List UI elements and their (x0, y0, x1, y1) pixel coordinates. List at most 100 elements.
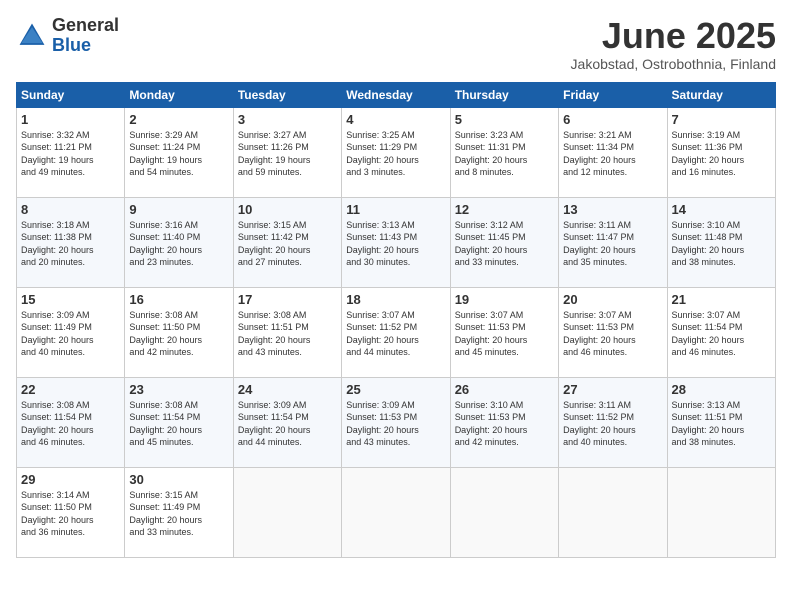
day-number: 24 (238, 382, 337, 397)
day-info: Sunrise: 3:15 AM Sunset: 11:42 PM Daylig… (238, 219, 337, 269)
day-number: 12 (455, 202, 554, 217)
day-info: Sunrise: 3:12 AM Sunset: 11:45 PM Daylig… (455, 219, 554, 269)
day-number: 2 (129, 112, 228, 127)
calendar-cell: 26Sunrise: 3:10 AM Sunset: 11:53 PM Dayl… (450, 377, 558, 467)
calendar-cell: 1 Sunrise: 3:32 AM Sunset: 11:21 PM Dayli… (17, 107, 125, 197)
day-info: Sunrise: 3:07 AM Sunset: 11:53 PM Daylig… (563, 309, 662, 359)
calendar-cell (559, 467, 667, 557)
day-info: Sunrise: 3:29 AM Sunset: 11:24 PM Daylig… (129, 129, 228, 179)
day-info: Sunrise: 3:13 AM Sunset: 11:43 PM Daylig… (346, 219, 445, 269)
day-info: Sunrise: 3:08 AM Sunset: 11:54 PM Daylig… (21, 399, 120, 449)
logo-general-text: General (52, 15, 119, 35)
day-number: 19 (455, 292, 554, 307)
day-info: Sunrise: 3:14 AM Sunset: 11:50 PM Daylig… (21, 489, 120, 539)
calendar-cell: 10 Sunrise: 3:15 AM Sunset: 11:42 PM Dayl… (233, 197, 341, 287)
day-info: Sunrise: 3:11 AM Sunset: 11:47 PM Daylig… (563, 219, 662, 269)
calendar-cell: 20 Sunrise: 3:07 AM Sunset: 11:53 PM Dayl… (559, 287, 667, 377)
day-info: Sunrise: 3:32 AM Sunset: 11:21 PM Daylig… (21, 129, 120, 179)
day-number: 28 (672, 382, 771, 397)
calendar-cell: 21Sunrise: 3:07 AM Sunset: 11:54 PM Dayl… (667, 287, 775, 377)
day-info: Sunrise: 3:23 AM Sunset: 11:31 PM Daylig… (455, 129, 554, 179)
day-number: 7 (672, 112, 771, 127)
title-block: June 2025 Jakobstad, Ostrobothnia, Finla… (571, 16, 776, 72)
day-number: 22 (21, 382, 120, 397)
calendar-cell: 18Sunrise: 3:07 AM Sunset: 11:52 PM Dayl… (342, 287, 450, 377)
calendar-cell: 24 Sunrise: 3:09 AM Sunset: 11:54 PM Dayl… (233, 377, 341, 467)
day-number: 29 (21, 472, 120, 487)
calendar-header-row: SundayMondayTuesdayWednesdayThursdayFrid… (17, 82, 776, 107)
day-number: 6 (563, 112, 662, 127)
day-number: 23 (129, 382, 228, 397)
day-info: Sunrise: 3:13 AM Sunset: 11:51 PM Daylig… (672, 399, 771, 449)
calendar-cell: 8 Sunrise: 3:18 AM Sunset: 11:38 PM Dayli… (17, 197, 125, 287)
calendar-cell: 5 Sunrise: 3:23 AM Sunset: 11:31 PM Dayli… (450, 107, 558, 197)
calendar-week-row: 22 Sunrise: 3:08 AM Sunset: 11:54 PM Dayl… (17, 377, 776, 467)
day-number: 9 (129, 202, 228, 217)
calendar-week-row: 29 Sunrise: 3:14 AM Sunset: 11:50 PM Dayl… (17, 467, 776, 557)
calendar-cell: 12 Sunrise: 3:12 AM Sunset: 11:45 PM Dayl… (450, 197, 558, 287)
day-number: 3 (238, 112, 337, 127)
calendar-cell (667, 467, 775, 557)
day-number: 20 (563, 292, 662, 307)
calendar-cell: 17 Sunrise: 3:08 AM Sunset: 11:51 PM Dayl… (233, 287, 341, 377)
month-title: June 2025 (571, 16, 776, 56)
calendar-cell: 6 Sunrise: 3:21 AM Sunset: 11:34 PM Dayli… (559, 107, 667, 197)
day-info: Sunrise: 3:07 AM Sunset: 11:52 PM Daylig… (346, 309, 445, 359)
day-number: 11 (346, 202, 445, 217)
calendar-cell: 9 Sunrise: 3:16 AM Sunset: 11:40 PM Dayli… (125, 197, 233, 287)
location-title: Jakobstad, Ostrobothnia, Finland (571, 56, 776, 72)
day-number: 26 (455, 382, 554, 397)
calendar-cell: 11 Sunrise: 3:13 AM Sunset: 11:43 PM Dayl… (342, 197, 450, 287)
day-number: 4 (346, 112, 445, 127)
calendar-week-row: 8 Sunrise: 3:18 AM Sunset: 11:38 PM Dayli… (17, 197, 776, 287)
calendar-week-row: 1 Sunrise: 3:32 AM Sunset: 11:21 PM Dayli… (17, 107, 776, 197)
day-info: Sunrise: 3:25 AM Sunset: 11:29 PM Daylig… (346, 129, 445, 179)
day-info: Sunrise: 3:27 AM Sunset: 11:26 PM Daylig… (238, 129, 337, 179)
day-info: Sunrise: 3:09 AM Sunset: 11:54 PM Daylig… (238, 399, 337, 449)
day-number: 25 (346, 382, 445, 397)
day-info: Sunrise: 3:07 AM Sunset: 11:54 PM Daylig… (672, 309, 771, 359)
calendar-cell: 27 Sunrise: 3:11 AM Sunset: 11:52 PM Dayl… (559, 377, 667, 467)
calendar-header-cell: Tuesday (233, 82, 341, 107)
calendar-cell: 29 Sunrise: 3:14 AM Sunset: 11:50 PM Dayl… (17, 467, 125, 557)
day-number: 14 (672, 202, 771, 217)
calendar-table: SundayMondayTuesdayWednesdayThursdayFrid… (16, 82, 776, 558)
day-info: Sunrise: 3:16 AM Sunset: 11:40 PM Daylig… (129, 219, 228, 269)
day-number: 10 (238, 202, 337, 217)
calendar-cell: 22 Sunrise: 3:08 AM Sunset: 11:54 PM Dayl… (17, 377, 125, 467)
calendar-cell: 3 Sunrise: 3:27 AM Sunset: 11:26 PM Dayli… (233, 107, 341, 197)
calendar-cell: 28 Sunrise: 3:13 AM Sunset: 11:51 PM Dayl… (667, 377, 775, 467)
calendar-cell: 14Sunrise: 3:10 AM Sunset: 11:48 PM Dayl… (667, 197, 775, 287)
day-info: Sunrise: 3:15 AM Sunset: 11:49 PM Daylig… (129, 489, 228, 539)
calendar-cell: 30 Sunrise: 3:15 AM Sunset: 11:49 PM Dayl… (125, 467, 233, 557)
calendar-header-cell: Sunday (17, 82, 125, 107)
calendar-cell: 25Sunrise: 3:09 AM Sunset: 11:53 PM Dayl… (342, 377, 450, 467)
header: General Blue June 2025 Jakobstad, Ostrob… (16, 16, 776, 72)
logo-icon (16, 20, 48, 52)
day-number: 15 (21, 292, 120, 307)
calendar-cell: 19Sunrise: 3:07 AM Sunset: 11:53 PM Dayl… (450, 287, 558, 377)
calendar-cell (450, 467, 558, 557)
day-info: Sunrise: 3:18 AM Sunset: 11:38 PM Daylig… (21, 219, 120, 269)
calendar-header-cell: Friday (559, 82, 667, 107)
day-info: Sunrise: 3:21 AM Sunset: 11:34 PM Daylig… (563, 129, 662, 179)
day-number: 17 (238, 292, 337, 307)
day-number: 13 (563, 202, 662, 217)
day-info: Sunrise: 3:08 AM Sunset: 11:51 PM Daylig… (238, 309, 337, 359)
day-number: 27 (563, 382, 662, 397)
calendar-cell (233, 467, 341, 557)
day-number: 8 (21, 202, 120, 217)
day-number: 5 (455, 112, 554, 127)
logo: General Blue (16, 16, 119, 56)
day-number: 30 (129, 472, 228, 487)
day-info: Sunrise: 3:19 AM Sunset: 11:36 PM Daylig… (672, 129, 771, 179)
calendar-cell: 23Sunrise: 3:08 AM Sunset: 11:54 PM Dayl… (125, 377, 233, 467)
calendar-header-cell: Monday (125, 82, 233, 107)
day-number: 1 (21, 112, 120, 127)
day-number: 16 (129, 292, 228, 307)
calendar-header-cell: Wednesday (342, 82, 450, 107)
calendar-cell: 7 Sunrise: 3:19 AM Sunset: 11:36 PM Dayli… (667, 107, 775, 197)
calendar-cell: 2 Sunrise: 3:29 AM Sunset: 11:24 PM Dayli… (125, 107, 233, 197)
calendar-cell: 4 Sunrise: 3:25 AM Sunset: 11:29 PM Dayli… (342, 107, 450, 197)
day-info: Sunrise: 3:11 AM Sunset: 11:52 PM Daylig… (563, 399, 662, 449)
